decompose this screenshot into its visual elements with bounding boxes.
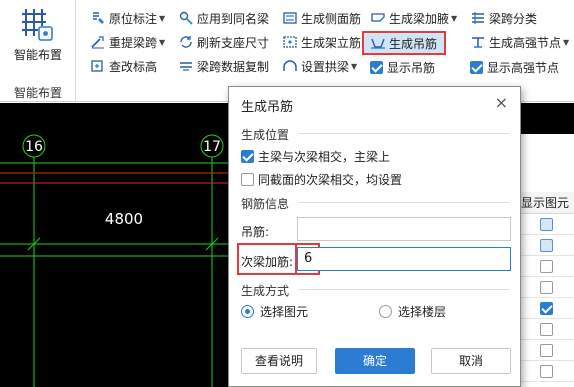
cancel-button[interactable]: 取消 [431,348,511,374]
check-elevation-label: 查改标高 [109,59,158,74]
refresh-support-size-button[interactable]: 刷新支座尺寸 [178,32,269,52]
show-hanger-rebar-check[interactable] [370,60,383,74]
show-high-strength-node-checkbox[interactable]: 显示高强节点 [470,57,559,77]
high-strength-node-icon [472,37,484,48]
generate-beam-haunch-label: 生成梁加腋 [389,11,450,26]
section-divider [299,289,509,290]
help-button[interactable]: 查看说明 [241,348,317,374]
span-classification-label: 梁跨分类 [489,11,538,26]
in-place-annotation-button[interactable]: 原位标注 ▼ [90,8,165,28]
show-high-strength-node-check[interactable] [470,60,483,74]
copy-icon [180,62,192,71]
axis-label-17: 17 [203,139,221,155]
apply-icon [179,11,193,25]
show-high-strength-node-label: 显示高强节点 [487,60,560,75]
option-main-secondary-intersection[interactable]: 主梁与次梁相交，主梁上 [241,148,390,165]
haunch-icon [371,13,385,22]
select-element-radio[interactable]: 选择图元 [241,303,308,320]
generate-hanger-rebar-label: 生成吊筋 [389,36,438,51]
section-divider [299,202,509,203]
row-checkbox[interactable] [540,344,553,357]
generate-high-strength-node-button[interactable]: 生成高强节点 ▼ [470,32,569,52]
show-hanger-rebar-checkbox[interactable]: 显示吊筋 [370,57,435,77]
smart-layout-group-label: 智能布置 [13,86,62,100]
smart-layout-icon[interactable] [18,6,54,42]
row-checkbox[interactable] [540,365,553,378]
annotation-icon [93,12,104,24]
ok-button[interactable]: 确定 [335,348,415,374]
row-checkbox[interactable] [540,218,553,231]
refresh-support-size-label: 刷新支座尺寸 [197,35,270,50]
select-element-label: 选择图元 [260,305,309,319]
span-data-copy-button[interactable]: 梁跨数据复制 [178,56,269,76]
hanger-rebar-input[interactable] [297,217,511,241]
secondary-rebar-label: 次梁加筋: [241,255,294,269]
position-section-title: 生成位置 [241,128,290,142]
apply-same-name-beam-label: 应用到同名梁 [197,11,270,26]
generate-hanger-rebar-dialog: 生成吊筋 × 生成位置 主梁与次梁相交，主梁上 同截面的次梁相交，均设置 钢筋信… [228,86,521,387]
re-extract-span-button[interactable]: 重提梁跨 ▼ [90,32,165,52]
row-checkbox[interactable] [540,260,553,273]
in-place-annotation-label: 原位标注 [109,11,158,26]
chevron-down-icon: ▼ [451,13,458,23]
section-divider [299,133,509,134]
main-secondary-check[interactable] [241,150,254,163]
chevron-down-icon: ▼ [351,61,358,71]
secondary-rebar-input[interactable]: 6 [297,247,511,271]
select-floor-radio-dot[interactable] [379,305,392,318]
chevron-down-icon: ▼ [159,37,166,47]
close-icon[interactable]: × [495,93,508,112]
show-hanger-rebar-label: 显示吊筋 [387,60,436,75]
smart-layout-group: 智能布置 智能布置 [0,0,76,102]
chevron-down-icon: ▼ [563,37,570,47]
re-extract-span-icon [91,36,104,49]
select-floor-label: 选择楼层 [398,305,447,319]
generate-erection-rebar-button[interactable]: 生成架立筋 [282,32,361,52]
row-checkbox[interactable] [540,239,553,252]
dimension-text: 4800 [105,210,143,228]
row-checkbox[interactable] [540,302,553,315]
check-elevation-button[interactable]: 查改标高 [90,56,157,76]
option-same-section-intersection[interactable]: 同截面的次梁相交，均设置 [241,171,402,188]
same-section-check[interactable] [241,173,254,186]
select-element-radio-dot[interactable] [241,305,254,318]
axis-label-16: 16 [25,139,43,155]
set-arch-beam-label: 设置拱梁 [301,59,350,74]
generate-beam-haunch-button[interactable]: 生成梁加腋 ▼ [370,8,457,28]
arch-beam-icon [283,60,297,71]
span-data-copy-label: 梁跨数据复制 [197,59,270,74]
generate-side-rebar-button[interactable]: 生成侧面筋 [282,8,361,28]
erection-rebar-icon [283,36,297,48]
span-classification-button[interactable]: 梁跨分类 [470,8,537,28]
generate-high-strength-node-label: 生成高强节点 [489,35,562,50]
hanger-rebar-label: 吊筋: [241,225,270,239]
chevron-down-icon: ▼ [159,13,166,23]
generate-side-rebar-label: 生成侧面筋 [301,11,362,26]
generate-erection-rebar-label: 生成架立筋 [301,35,362,50]
rebar-section-title: 钢筋信息 [241,197,290,211]
set-arch-beam-button[interactable]: 设置拱梁 ▼ [282,56,357,76]
side-rebar-icon [283,12,297,24]
same-section-label: 同截面的次梁相交，均设置 [258,173,403,187]
smart-layout-button[interactable]: 智能布置 [6,46,70,63]
elevation-icon [91,60,103,72]
refresh-icon [180,36,192,48]
row-checkbox[interactable] [540,323,553,336]
main-secondary-label: 主梁与次梁相交，主梁上 [258,150,391,164]
method-section-title: 生成方式 [241,284,290,298]
hanger-rebar-icon [371,38,385,49]
re-extract-span-label: 重提梁跨 [109,35,158,50]
row-checkbox[interactable] [540,281,553,294]
dialog-title: 生成吊筋 [241,100,294,115]
generate-hanger-rebar-button[interactable]: 生成吊筋 [370,33,437,53]
apply-same-name-beam-button[interactable]: 应用到同名梁 [178,8,269,28]
classification-icon [472,12,484,24]
select-floor-radio[interactable]: 选择楼层 [379,303,446,320]
